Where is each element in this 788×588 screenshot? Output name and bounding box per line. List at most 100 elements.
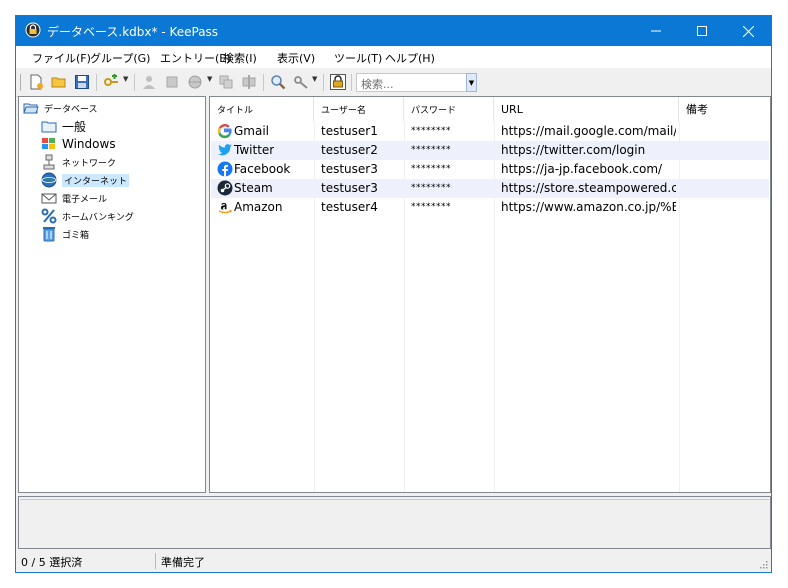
entry-username: testuser3: [321, 181, 378, 195]
toolbar-separator: [263, 74, 264, 91]
toolbar-separator: [96, 74, 97, 91]
group-tree[interactable]: データベース 一般 Windows ネットワーク インターネット 電子メール ホ…: [18, 96, 206, 493]
menu-view[interactable]: 表示(V): [277, 50, 315, 66]
menu-entry[interactable]: エントリー(E): [160, 50, 231, 66]
menu-tools[interactable]: ツール(T): [334, 50, 382, 66]
entry-password: ********: [411, 164, 451, 174]
entry-username: testuser3: [321, 162, 378, 176]
user-icon: [143, 76, 155, 89]
menu-find[interactable]: 検索(I): [223, 50, 257, 66]
lock-workspace-button[interactable]: [329, 73, 347, 91]
tree-item-label: ホームバンキング: [62, 212, 134, 223]
search-dropdown-button[interactable]: ▼: [466, 73, 477, 92]
copy-username-button[interactable]: [140, 73, 158, 91]
entry-list-dropdown[interactable]: ▼: [312, 75, 317, 83]
tree-item-windows[interactable]: Windows: [41, 135, 116, 153]
entry-password: ********: [411, 145, 451, 155]
column-header-notes[interactable]: 備考: [679, 97, 770, 121]
menu-group[interactable]: グループ(G): [90, 50, 150, 66]
minimize-icon: [651, 30, 661, 32]
column-header-username[interactable]: ユーザー名: [314, 97, 404, 121]
amazon-icon: [218, 202, 232, 214]
toolbar: ▼ ▼ ▼ 検索... ▼: [16, 69, 771, 97]
keepass-app-icon: [25, 22, 41, 38]
tree-item-internet[interactable]: インターネット: [41, 171, 130, 189]
entry-url: https://ja-jp.facebook.com/: [501, 162, 663, 176]
password-copy-icon: [166, 76, 178, 88]
tree-item-email[interactable]: 電子メール: [41, 189, 107, 207]
toolbar-grip: [20, 74, 21, 91]
tree-item-label: ネットワーク: [62, 158, 117, 169]
tree-item-label: ゴミ箱: [62, 230, 90, 241]
entry-list-button[interactable]: [292, 73, 310, 91]
status-divider: [155, 553, 156, 569]
column-header-title[interactable]: タイトル: [210, 97, 314, 121]
tree-item-home-banking[interactable]: ホームバンキング: [41, 207, 134, 225]
internet-icon: [41, 172, 57, 188]
tree-item-label: インターネット: [62, 173, 130, 187]
copy-entry-button[interactable]: [217, 73, 235, 91]
key-menu-icon: [294, 76, 308, 89]
close-icon: [742, 25, 754, 37]
steam-icon: [217, 180, 233, 196]
tree-item-recycle-bin[interactable]: ゴミ箱: [41, 225, 89, 243]
column-header-password[interactable]: パスワード: [404, 97, 494, 121]
table-row[interactable]: Amazon testuser4 ******** https://www.am…: [211, 198, 769, 217]
auto-type-icon: [242, 75, 256, 89]
tree-item-label: Windows: [62, 137, 116, 151]
menu-file[interactable]: ファイル(F): [32, 50, 91, 66]
entry-username: testuser4: [321, 200, 378, 214]
new-database-button[interactable]: [27, 73, 45, 91]
entry-username: testuser2: [321, 143, 378, 157]
save-button[interactable]: [73, 73, 91, 91]
find-button[interactable]: [269, 73, 287, 91]
tree-item-network[interactable]: ネットワーク: [41, 153, 116, 171]
globe-icon: [188, 75, 202, 89]
network-icon: [41, 154, 57, 170]
maximize-button[interactable]: [679, 16, 725, 46]
column-header-url[interactable]: URL: [494, 97, 679, 121]
windows-icon: [41, 136, 57, 152]
open-url-dropdown[interactable]: ▼: [207, 75, 212, 83]
details-divider: [20, 499, 769, 500]
menu-help[interactable]: ヘルプ(H): [385, 50, 435, 66]
save-icon: [75, 75, 89, 89]
selection-count: 0 / 5 選択済: [21, 556, 83, 569]
tree-item-label: データベース: [44, 104, 98, 115]
recycle-bin-icon: [41, 226, 57, 242]
auto-type-button[interactable]: [240, 73, 258, 91]
entry-title: Twitter: [234, 143, 275, 157]
entry-title: Amazon: [234, 200, 283, 214]
resize-grip-icon[interactable]: [758, 559, 768, 569]
toolbar-separator: [351, 74, 352, 91]
entry-url: https://mail.google.com/mail/: [501, 124, 676, 138]
entry-details-pane[interactable]: [18, 496, 771, 549]
close-button[interactable]: [725, 16, 771, 46]
title-bar[interactable]: データベース.kdbx* - KeePass: [16, 16, 771, 46]
keepass-window: データベース.kdbx* - KeePass ファイル(F) グループ(G) エ…: [15, 15, 772, 573]
copy-password-button[interactable]: [163, 73, 181, 91]
table-row[interactable]: Twitter testuser2 ******** https://twitt…: [211, 141, 769, 160]
table-row[interactable]: Gmail testuser1 ******** https://mail.go…: [211, 122, 769, 141]
tree-root-database[interactable]: データベース: [23, 99, 98, 117]
entry-title: Steam: [234, 181, 273, 195]
minimize-button[interactable]: [633, 16, 679, 46]
add-entry-dropdown[interactable]: ▼: [123, 75, 128, 83]
entry-password: ********: [411, 183, 451, 193]
open-url-button[interactable]: [186, 73, 204, 91]
table-row[interactable]: Steam testuser3 ******** https://store.s…: [211, 179, 769, 198]
table-row[interactable]: Facebook testuser3 ******** https://ja-j…: [211, 160, 769, 179]
open-database-button[interactable]: [50, 73, 68, 91]
open-folder-icon: [51, 77, 66, 88]
copy-icon: [219, 75, 233, 89]
entry-list[interactable]: タイトル ユーザー名 パスワード URL 備考 Gmail testuser1 …: [209, 96, 771, 493]
tree-item-general[interactable]: 一般: [41, 117, 86, 135]
add-entry-button[interactable]: [102, 73, 120, 91]
twitter-icon: [218, 144, 232, 156]
quick-search-input[interactable]: 検索...: [356, 73, 476, 92]
menu-bar: ファイル(F) グループ(G) エントリー(E) 検索(I) 表示(V) ツール…: [16, 46, 771, 68]
tree-item-label: 一般: [62, 119, 87, 134]
maximize-icon: [697, 26, 707, 36]
folder-icon: [41, 118, 57, 134]
window-title: データベース.kdbx* - KeePass: [47, 25, 219, 39]
